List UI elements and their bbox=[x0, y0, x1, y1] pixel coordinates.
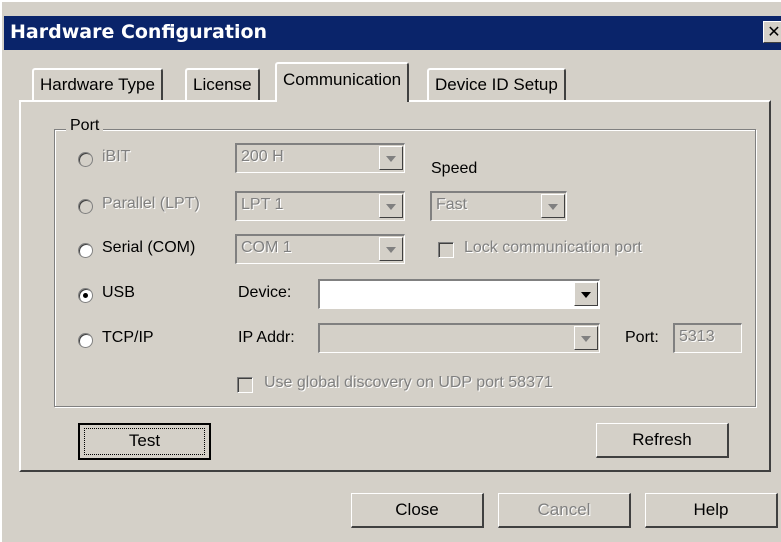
serial-radio[interactable] bbox=[78, 243, 93, 258]
tab-device-id-setup[interactable]: Device ID Setup bbox=[427, 68, 566, 102]
help-button-label: Help bbox=[693, 500, 729, 519]
close-button[interactable]: Close bbox=[351, 493, 484, 528]
cancel-button-label: Cancel bbox=[537, 500, 591, 519]
cancel-button[interactable]: Cancel bbox=[498, 493, 631, 528]
lock-port-label: Lock communication port bbox=[464, 239, 642, 256]
tcp-port-input[interactable]: 5313 bbox=[673, 323, 742, 353]
chevron-down-icon bbox=[574, 282, 598, 306]
window-title: Hardware Configuration bbox=[10, 21, 268, 43]
refresh-button[interactable]: Refresh bbox=[596, 423, 729, 458]
refresh-button-label: Refresh bbox=[632, 430, 692, 449]
parallel-radio[interactable] bbox=[78, 199, 93, 214]
lock-port-checkbox[interactable] bbox=[438, 242, 454, 258]
usb-device-select[interactable] bbox=[318, 279, 600, 309]
close-icon: ✕ bbox=[767, 22, 781, 41]
tab-communication[interactable]: Communication bbox=[275, 62, 410, 102]
usb-label: USB bbox=[102, 284, 135, 301]
speed-select[interactable]: Fast bbox=[430, 191, 567, 221]
chevron-down-icon bbox=[574, 326, 598, 350]
hardware-configuration-dialog: Hardware Configuration ✕ Hardware Type L… bbox=[0, 0, 781, 542]
tab-label: Hardware Type bbox=[40, 75, 155, 94]
tcp-port-value: 5313 bbox=[679, 328, 715, 345]
parallel-label: Parallel (LPT) bbox=[102, 195, 200, 212]
ip-address-select[interactable] bbox=[318, 323, 600, 353]
ibit-address-value: 200 H bbox=[241, 148, 284, 165]
help-button[interactable]: Help bbox=[645, 493, 778, 528]
ip-address-label: IP Addr: bbox=[238, 329, 295, 346]
radio-selected-dot bbox=[83, 293, 88, 298]
serial-label: Serial (COM) bbox=[102, 239, 196, 256]
speed-value: Fast bbox=[436, 196, 468, 213]
tab-hardware-type[interactable]: Hardware Type bbox=[32, 68, 163, 102]
chevron-down-icon bbox=[379, 237, 403, 261]
serial-port-select[interactable]: COM 1 bbox=[235, 234, 405, 264]
chevron-down-icon bbox=[379, 194, 403, 218]
tab-label: Communication bbox=[283, 70, 402, 89]
device-label: Device: bbox=[238, 284, 292, 301]
tab-license[interactable]: License bbox=[185, 68, 260, 102]
port-groupbox bbox=[54, 129, 756, 407]
ibit-radio[interactable] bbox=[78, 152, 93, 167]
chevron-down-icon bbox=[379, 146, 403, 170]
ibit-label: iBIT bbox=[102, 148, 131, 165]
close-button-label: Close bbox=[395, 500, 439, 519]
serial-port-value: COM 1 bbox=[241, 239, 292, 256]
parallel-port-value: LPT 1 bbox=[241, 196, 284, 213]
global-discovery-checkbox[interactable] bbox=[237, 377, 253, 393]
tab-label: License bbox=[193, 75, 252, 94]
usb-radio[interactable] bbox=[78, 288, 93, 303]
port-group-label: Port bbox=[66, 117, 104, 135]
speed-label: Speed bbox=[431, 160, 478, 177]
tab-label: Device ID Setup bbox=[435, 75, 558, 94]
title-bar: Hardware Configuration ✕ bbox=[4, 16, 781, 50]
global-discovery-label: Use global discovery on UDP port 58371 bbox=[264, 374, 553, 391]
ibit-address-select[interactable]: 200 H bbox=[235, 143, 405, 173]
tcpip-radio[interactable] bbox=[78, 333, 93, 348]
test-button[interactable]: Test bbox=[78, 423, 211, 460]
close-window-button[interactable]: ✕ bbox=[763, 21, 781, 43]
chevron-down-icon bbox=[541, 194, 565, 218]
test-button-label: Test bbox=[84, 428, 205, 455]
tcp-port-label: Port: bbox=[625, 329, 659, 346]
tcpip-label: TCP/IP bbox=[102, 329, 154, 346]
parallel-port-select[interactable]: LPT 1 bbox=[235, 191, 405, 221]
